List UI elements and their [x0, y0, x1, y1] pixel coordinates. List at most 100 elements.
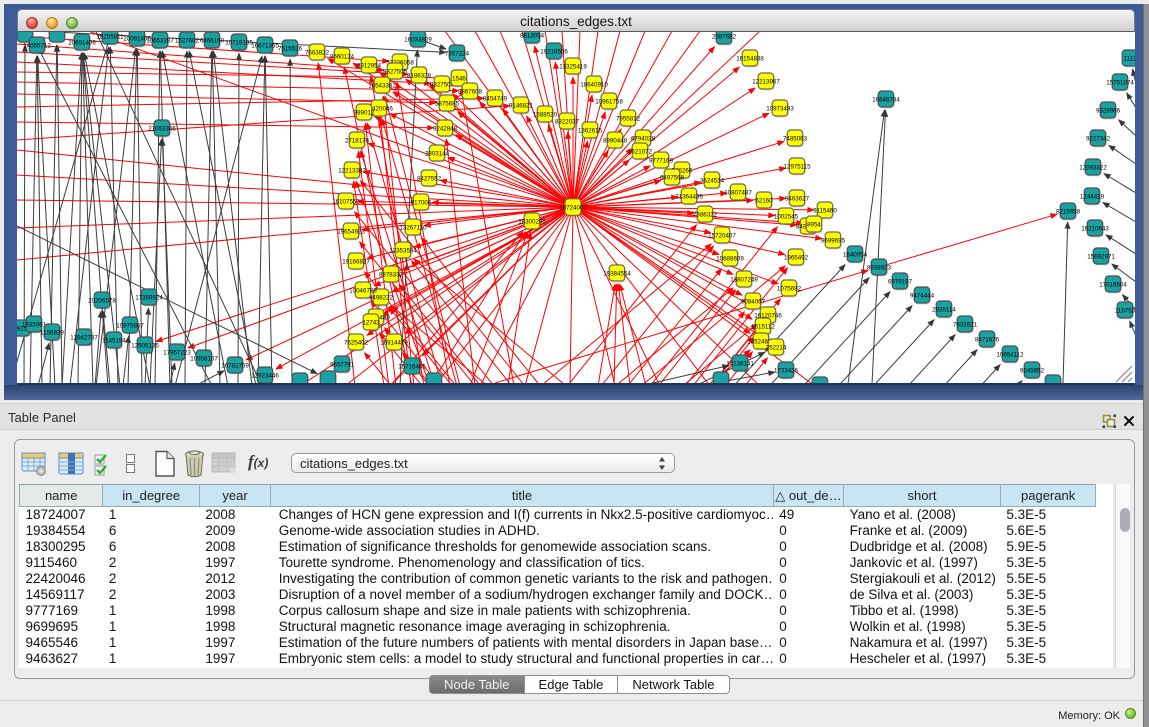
svg-text:10958107: 10958107 — [190, 356, 218, 363]
svg-text:9777169: 9777169 — [649, 158, 674, 165]
svg-text:1621072: 1621072 — [628, 149, 653, 156]
svg-text:9327505: 9327505 — [383, 69, 408, 76]
svg-text:17957223: 17957223 — [163, 350, 191, 357]
svg-text:9242848: 9242848 — [433, 126, 458, 133]
svg-text:62160: 62160 — [755, 198, 773, 205]
svg-text:8954: 8954 — [807, 222, 821, 229]
svg-text:21053346: 21053346 — [148, 126, 176, 133]
svg-text:8215958: 8215958 — [1056, 209, 1081, 216]
svg-text:8454749: 8454749 — [483, 96, 508, 103]
svg-text:9084067: 9084067 — [741, 299, 766, 306]
svg-text:1002545: 1002545 — [774, 214, 799, 221]
svg-text:7386322: 7386322 — [693, 212, 718, 219]
svg-text:1244419: 1244419 — [1080, 194, 1105, 201]
svg-text:16033809: 16033809 — [404, 37, 432, 44]
svg-text:9329966: 9329966 — [1096, 108, 1121, 115]
svg-text:7632621: 7632621 — [953, 322, 978, 329]
svg-text:10807487: 10807487 — [724, 190, 752, 197]
svg-text:20691406: 20691406 — [68, 40, 96, 47]
svg-text:917006: 917006 — [411, 200, 432, 207]
svg-text:10654112: 10654112 — [996, 352, 1024, 359]
svg-text:18300295: 18300295 — [518, 219, 546, 226]
svg-text:10719185: 10719185 — [225, 40, 253, 47]
svg-text:13267110: 13267110 — [399, 225, 427, 232]
svg-text:16210643: 16210643 — [1081, 226, 1109, 233]
svg-text:8813054: 8813054 — [520, 33, 545, 40]
svg-text:1965492: 1965492 — [784, 255, 809, 262]
svg-text:116753: 116753 — [1115, 308, 1135, 315]
svg-text:8990448: 8990448 — [603, 138, 628, 145]
svg-text:9463627: 9463627 — [785, 196, 810, 203]
svg-text:18255811: 18255811 — [96, 34, 124, 41]
svg-text:14136141: 14136141 — [726, 361, 754, 368]
svg-text:7515526: 7515526 — [278, 46, 303, 53]
svg-text:16648784: 16648784 — [872, 97, 900, 104]
svg-text:7485063: 7485063 — [783, 136, 808, 143]
svg-text:8427552: 8427552 — [417, 176, 442, 183]
svg-text:20206578: 20206578 — [88, 298, 116, 305]
svg-text:1935061: 1935061 — [22, 322, 47, 329]
svg-text:15720407: 15720407 — [708, 233, 736, 240]
svg-text:1546: 1546 — [452, 76, 466, 83]
svg-text:2803144: 2803144 — [425, 151, 450, 158]
svg-text:12975115: 12975115 — [783, 164, 811, 171]
svg-text:2935114: 2935114 — [932, 307, 956, 314]
svg-text:9498222: 9498222 — [369, 295, 394, 302]
svg-text:16154838: 16154838 — [736, 56, 764, 63]
svg-text:12923446: 12923446 — [251, 373, 279, 380]
svg-text:12213967: 12213967 — [752, 79, 780, 86]
svg-text:1527602: 1527602 — [175, 38, 200, 45]
svg-text:9657791: 9657791 — [330, 362, 355, 369]
svg-text:15716485: 15716485 — [398, 364, 426, 371]
svg-text:10973493: 10973493 — [766, 106, 794, 113]
svg-text:12093822: 12093822 — [1079, 165, 1107, 172]
svg-text:10961758: 10961758 — [595, 99, 623, 106]
svg-text:7663822: 7663822 — [305, 50, 330, 57]
svg-text:16107553: 16107553 — [332, 199, 360, 206]
svg-text:9115460: 9115460 — [813, 208, 837, 215]
svg-text:1615112: 1615112 — [751, 324, 775, 331]
svg-text:15692971: 15692971 — [1087, 254, 1115, 261]
svg-text:6497568: 6497568 — [660, 175, 685, 182]
svg-text:12213382: 12213382 — [338, 168, 366, 175]
svg-text:8878332: 8878332 — [379, 272, 404, 279]
svg-text:7625402: 7625402 — [344, 340, 369, 347]
svg-text:1640954: 1640954 — [843, 252, 868, 259]
svg-text:10653287: 10653287 — [146, 38, 174, 45]
svg-text:9146821: 9146821 — [509, 103, 534, 110]
svg-text:9245652: 9245652 — [1020, 368, 1045, 375]
svg-text:15751074: 15751074 — [1106, 80, 1134, 87]
svg-text:21364436: 21364436 — [675, 194, 703, 201]
svg-text:12743: 12743 — [362, 320, 380, 327]
svg-text:6466160: 6466160 — [200, 38, 225, 45]
svg-text:1075692: 1075692 — [777, 286, 802, 293]
svg-text:16782759: 16782759 — [221, 363, 249, 370]
svg-text:14055712: 14055712 — [23, 43, 51, 50]
svg-text:9474444: 9474444 — [910, 293, 935, 300]
svg-text:17359924: 17359924 — [135, 295, 163, 302]
svg-text:12942737: 12942737 — [70, 335, 98, 342]
svg-text:16671355: 16671355 — [251, 43, 279, 50]
svg-text:1362615: 1362615 — [578, 128, 603, 135]
svg-text:9227342: 9227342 — [1086, 136, 1111, 143]
svg-text:1145194: 1145194 — [102, 338, 126, 345]
svg-text:8660124: 8660124 — [330, 54, 355, 61]
svg-text:19166827: 19166827 — [342, 259, 370, 266]
svg-text:6679197: 6679197 — [888, 279, 913, 286]
svg-text:2087682: 2087682 — [712, 34, 737, 41]
svg-text:16543362: 16543362 — [368, 83, 396, 90]
svg-text:9699695: 9699695 — [821, 238, 846, 245]
svg-text:18640910: 18640910 — [580, 82, 608, 89]
svg-text:5875685: 5875685 — [435, 101, 460, 108]
svg-text:12505135: 12505135 — [131, 343, 159, 350]
svg-text:18724007: 18724007 — [559, 205, 587, 212]
svg-text:16914479: 16914479 — [380, 340, 408, 347]
svg-text:10046788: 10046788 — [349, 288, 377, 295]
svg-text:1112: 1112 — [1124, 56, 1135, 63]
svg-text:19384554: 19384554 — [603, 271, 631, 278]
svg-text:19654923: 19654923 — [337, 229, 365, 236]
svg-text:2867608: 2867608 — [458, 89, 483, 96]
svg-text:989012: 989012 — [354, 110, 375, 117]
svg-text:13325419: 13325419 — [559, 64, 587, 71]
svg-text:18807249: 18807249 — [730, 277, 758, 284]
